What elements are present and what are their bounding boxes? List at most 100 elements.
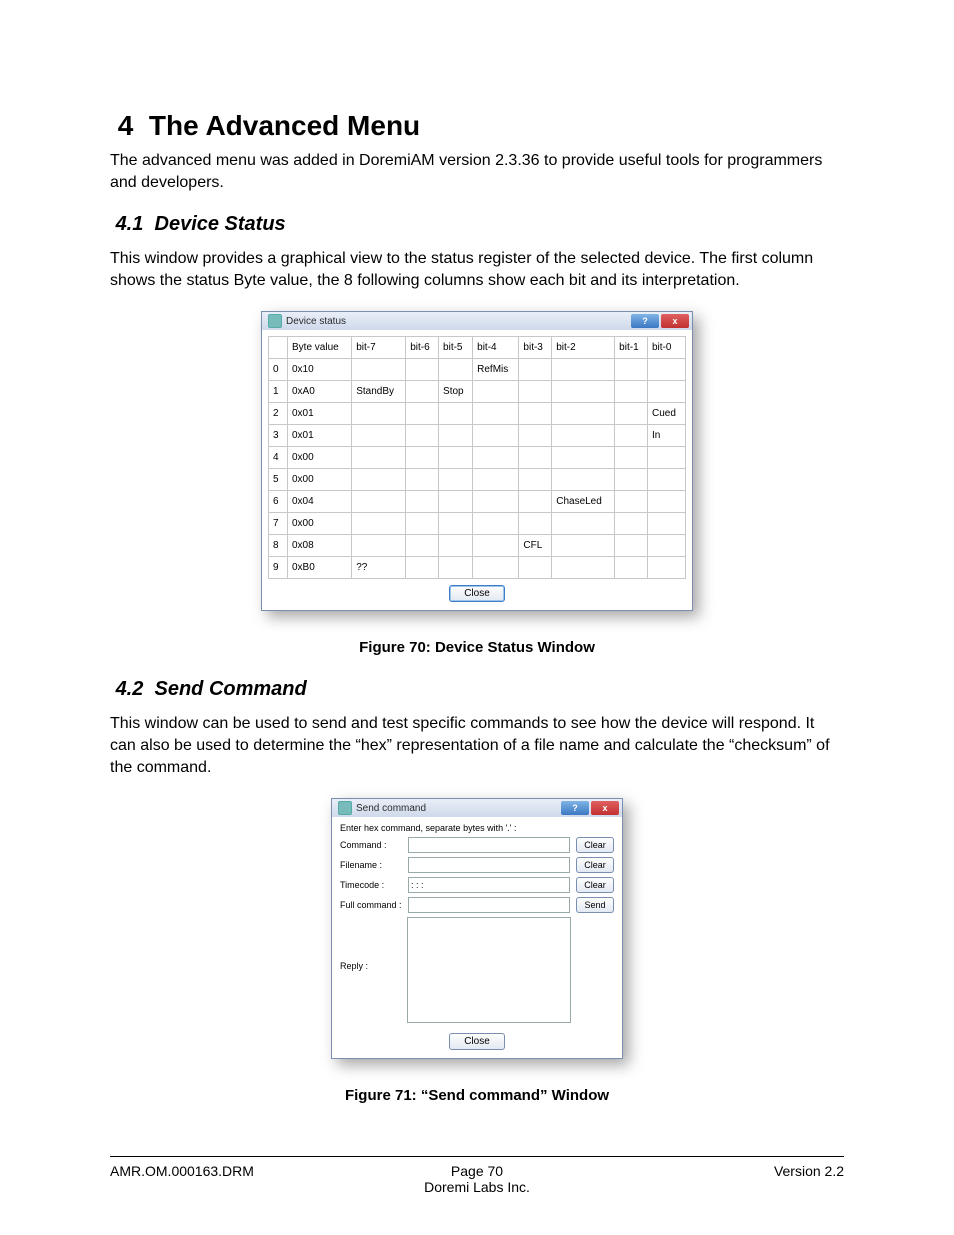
status-cell: [519, 469, 552, 491]
reply-textarea[interactable]: [407, 917, 571, 1023]
status-header-cell: bit-1: [615, 337, 648, 359]
status-cell: [615, 447, 648, 469]
footer-left: AMR.OM.000163.DRM: [110, 1163, 355, 1195]
chapter-number: 4: [118, 110, 134, 141]
command-clear-button[interactable]: Clear: [576, 837, 614, 853]
send-button[interactable]: Send: [576, 897, 614, 913]
section-4-1-paragraph: This window provides a graphical view to…: [110, 248, 844, 291]
status-cell: [406, 491, 439, 513]
status-header-cell: bit-5: [439, 337, 473, 359]
status-cell: [647, 381, 685, 403]
status-cell: [615, 535, 648, 557]
device-status-close-button[interactable]: Close: [449, 585, 505, 602]
full-command-input[interactable]: [408, 897, 570, 913]
section-4-1-title: Device Status: [155, 213, 286, 235]
footer-right: Version 2.2: [599, 1163, 844, 1195]
timecode-clear-button[interactable]: Clear: [576, 877, 614, 893]
status-cell: [352, 469, 406, 491]
status-cell: [473, 535, 519, 557]
status-cell: [552, 513, 615, 535]
status-row: 10xA0StandByStop: [269, 381, 686, 403]
send-command-close-button[interactable]: Close: [449, 1033, 505, 1050]
status-cell: [439, 359, 473, 381]
status-cell: 1: [269, 381, 288, 403]
status-cell: [519, 513, 552, 535]
status-row: 20x01Cued: [269, 403, 686, 425]
status-cell: RefMis: [473, 359, 519, 381]
help-button[interactable]: ?: [631, 314, 659, 328]
section-4-2-number: 4.2: [116, 678, 144, 700]
status-header-cell: bit-3: [519, 337, 552, 359]
status-cell: 6: [269, 491, 288, 513]
figure-70-caption: Figure 70: Device Status Window: [110, 639, 844, 656]
status-cell: [352, 403, 406, 425]
status-cell: [352, 491, 406, 513]
status-cell: [406, 469, 439, 491]
status-cell: [552, 425, 615, 447]
status-cell: [647, 359, 685, 381]
status-cell: 9: [269, 557, 288, 579]
chapter-heading: 4 The Advanced Menu: [110, 110, 844, 142]
device-status-body: Byte valuebit-7bit-6bit-5bit-4bit-3bit-2…: [262, 330, 692, 610]
status-cell: [406, 425, 439, 447]
filename-clear-button[interactable]: Clear: [576, 857, 614, 873]
status-cell: StandBy: [352, 381, 406, 403]
status-cell: ChaseLed: [552, 491, 615, 513]
send-command-window: Send command ? x Enter hex command, sepa…: [331, 798, 623, 1059]
status-cell: [647, 447, 685, 469]
status-cell: [519, 491, 552, 513]
status-header-cell: bit-2: [552, 337, 615, 359]
status-cell: [552, 403, 615, 425]
status-row: 30x01In: [269, 425, 686, 447]
status-cell: [406, 381, 439, 403]
status-cell: [519, 557, 552, 579]
status-cell: [352, 513, 406, 535]
status-cell: [439, 491, 473, 513]
status-header-cell: bit-0: [647, 337, 685, 359]
section-4-2-heading: 4.2 Send Command: [110, 678, 844, 701]
status-cell: 0x10: [288, 359, 352, 381]
status-cell: 0xA0: [288, 381, 352, 403]
status-cell: [473, 491, 519, 513]
window-close-button[interactable]: x: [661, 314, 689, 328]
status-cell: [352, 359, 406, 381]
status-cell: 8: [269, 535, 288, 557]
status-row: 90xB0??: [269, 557, 686, 579]
status-cell: [473, 469, 519, 491]
send-command-titlebar: Send command ? x: [332, 799, 622, 817]
status-cell: [473, 425, 519, 447]
status-header-cell: bit-4: [473, 337, 519, 359]
status-cell: 3: [269, 425, 288, 447]
status-cell: Cued: [647, 403, 685, 425]
section-4-1-heading: 4.1 Device Status: [110, 213, 844, 236]
status-cell: [552, 381, 615, 403]
status-cell: 5: [269, 469, 288, 491]
status-cell: [439, 469, 473, 491]
timecode-input[interactable]: [408, 877, 570, 893]
status-cell: [615, 491, 648, 513]
help-button[interactable]: ?: [561, 801, 589, 815]
app-icon: [338, 801, 352, 815]
device-status-table: Byte valuebit-7bit-6bit-5bit-4bit-3bit-2…: [268, 336, 686, 579]
status-row: 70x00: [269, 513, 686, 535]
command-input[interactable]: [408, 837, 570, 853]
status-cell: [439, 557, 473, 579]
filename-input[interactable]: [408, 857, 570, 873]
app-icon: [268, 314, 282, 328]
window-close-button[interactable]: x: [591, 801, 619, 815]
figure-71-caption: Figure 71: “Send command” Window: [110, 1087, 844, 1104]
status-cell: [615, 469, 648, 491]
section-4-1-number: 4.1: [116, 213, 144, 235]
status-cell: [647, 513, 685, 535]
status-cell: [647, 469, 685, 491]
status-cell: [519, 425, 552, 447]
page-footer: AMR.OM.000163.DRM Page 70 Doremi Labs In…: [110, 1156, 844, 1195]
status-cell: [439, 447, 473, 469]
status-row: 80x08CFL: [269, 535, 686, 557]
status-cell: [473, 403, 519, 425]
status-cell: [519, 381, 552, 403]
status-cell: [647, 491, 685, 513]
status-cell: 0x04: [288, 491, 352, 513]
status-cell: ??: [352, 557, 406, 579]
device-status-titlebar: Device status ? x: [262, 312, 692, 330]
